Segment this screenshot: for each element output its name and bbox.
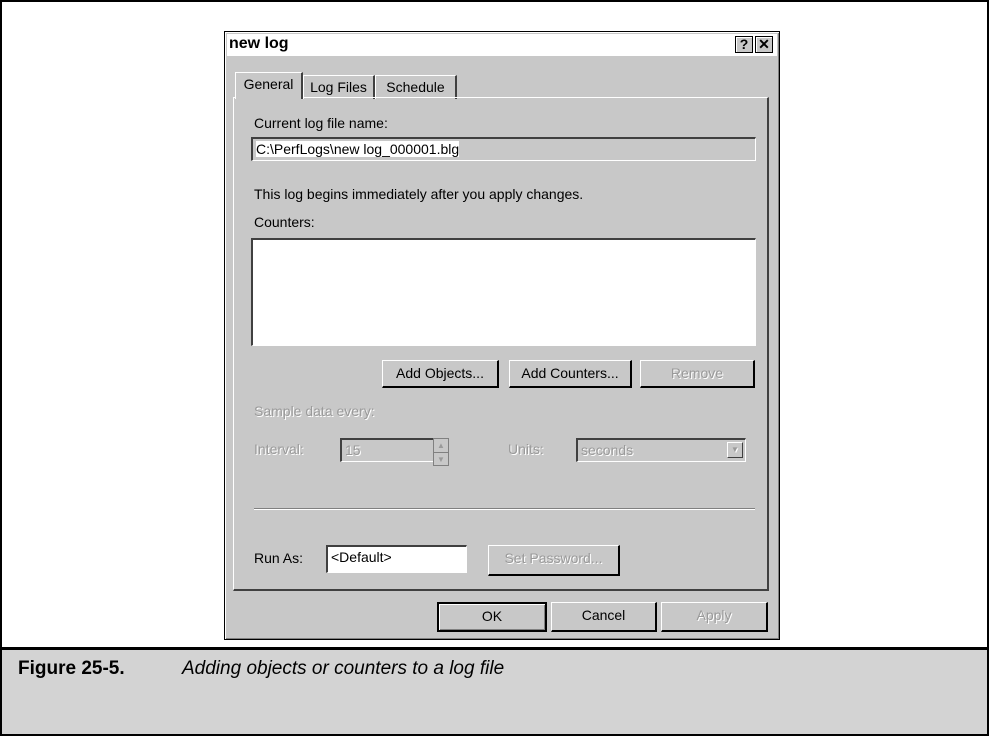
sample-data-label: Sample data every:: [254, 403, 375, 419]
tab-general[interactable]: General: [235, 72, 303, 99]
counters-listbox[interactable]: [251, 238, 756, 346]
remove-button[interactable]: Remove: [640, 360, 755, 388]
interval-field[interactable]: 15: [340, 438, 436, 462]
units-label: Units:: [508, 441, 544, 457]
add-objects-button[interactable]: Add Objects...: [382, 360, 499, 388]
interval-label: Interval:: [254, 441, 304, 457]
figure-caption-text: Adding objects or counters to a log file: [182, 658, 505, 679]
counters-label: Counters:: [254, 214, 315, 230]
help-button[interactable]: ?: [735, 36, 753, 53]
run-as-field[interactable]: <Default>: [326, 545, 467, 573]
tab-schedule[interactable]: Schedule: [375, 75, 457, 99]
set-password-button[interactable]: Set Password...: [488, 545, 620, 576]
figure-caption: Figure 25-5. Adding objects or counters …: [2, 650, 987, 734]
current-log-field[interactable]: C:\PerfLogs\new log_000001.blg: [251, 137, 756, 161]
spin-down-icon[interactable]: ▼: [434, 452, 448, 465]
dialog-title: new log: [229, 35, 289, 52]
close-button[interactable]: ✕: [755, 36, 773, 53]
spin-up-icon[interactable]: ▲: [434, 439, 448, 452]
interval-spinner[interactable]: ▲ ▼: [433, 438, 449, 466]
current-log-label: Current log file name:: [254, 115, 388, 131]
tab-log-files[interactable]: Log Files: [303, 75, 375, 99]
separator: [254, 508, 755, 510]
figure-number: Figure 25-5.: [18, 658, 125, 679]
new-log-dialog: new log ? ✕ General Log Files Schedule C…: [224, 31, 780, 640]
title-bar: new log ? ✕: [227, 34, 777, 56]
units-dropdown[interactable]: seconds ▼: [576, 438, 746, 462]
general-tab-panel: Current log file name: C:\PerfLogs\new l…: [233, 97, 769, 591]
apply-button[interactable]: Apply: [661, 602, 768, 632]
cancel-button[interactable]: Cancel: [551, 602, 657, 632]
info-text: This log begins immediately after you ap…: [254, 186, 584, 202]
add-counters-button[interactable]: Add Counters...: [509, 360, 632, 388]
ok-button[interactable]: OK: [437, 602, 547, 632]
chevron-down-icon[interactable]: ▼: [727, 442, 743, 458]
run-as-label: Run As:: [254, 550, 304, 566]
